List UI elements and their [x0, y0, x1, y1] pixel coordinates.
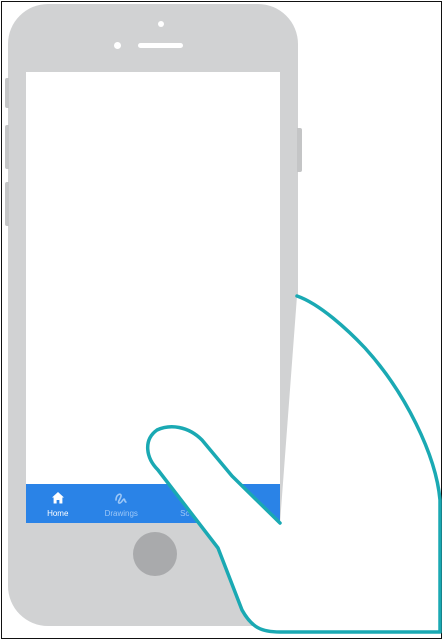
tab-profile[interactable]: [217, 484, 281, 523]
volume-down-button: [5, 182, 9, 226]
mute-switch: [5, 78, 9, 108]
earpiece-speaker: [138, 43, 183, 48]
front-camera: [158, 21, 164, 27]
tab-third[interactable]: Sc: [153, 484, 217, 523]
power-button: [297, 128, 302, 172]
tab-drawings[interactable]: Drawings: [90, 484, 154, 523]
bottom-tab-bar: Home Drawings Sc: [26, 484, 280, 523]
tab-label-drawings: Drawings: [104, 509, 138, 518]
proximity-sensor: [114, 42, 121, 49]
squiggle-icon: [115, 493, 128, 504]
person-icon: [242, 501, 254, 513]
tab-label-third: Sc: [180, 509, 190, 518]
phone-screen: Home Drawings Sc: [26, 72, 280, 523]
tab-home[interactable]: Home: [26, 484, 90, 523]
tab-label-home: Home: [47, 509, 69, 518]
home-icon: [51, 492, 64, 504]
home-button[interactable]: [133, 532, 177, 576]
volume-up-button: [5, 125, 9, 169]
